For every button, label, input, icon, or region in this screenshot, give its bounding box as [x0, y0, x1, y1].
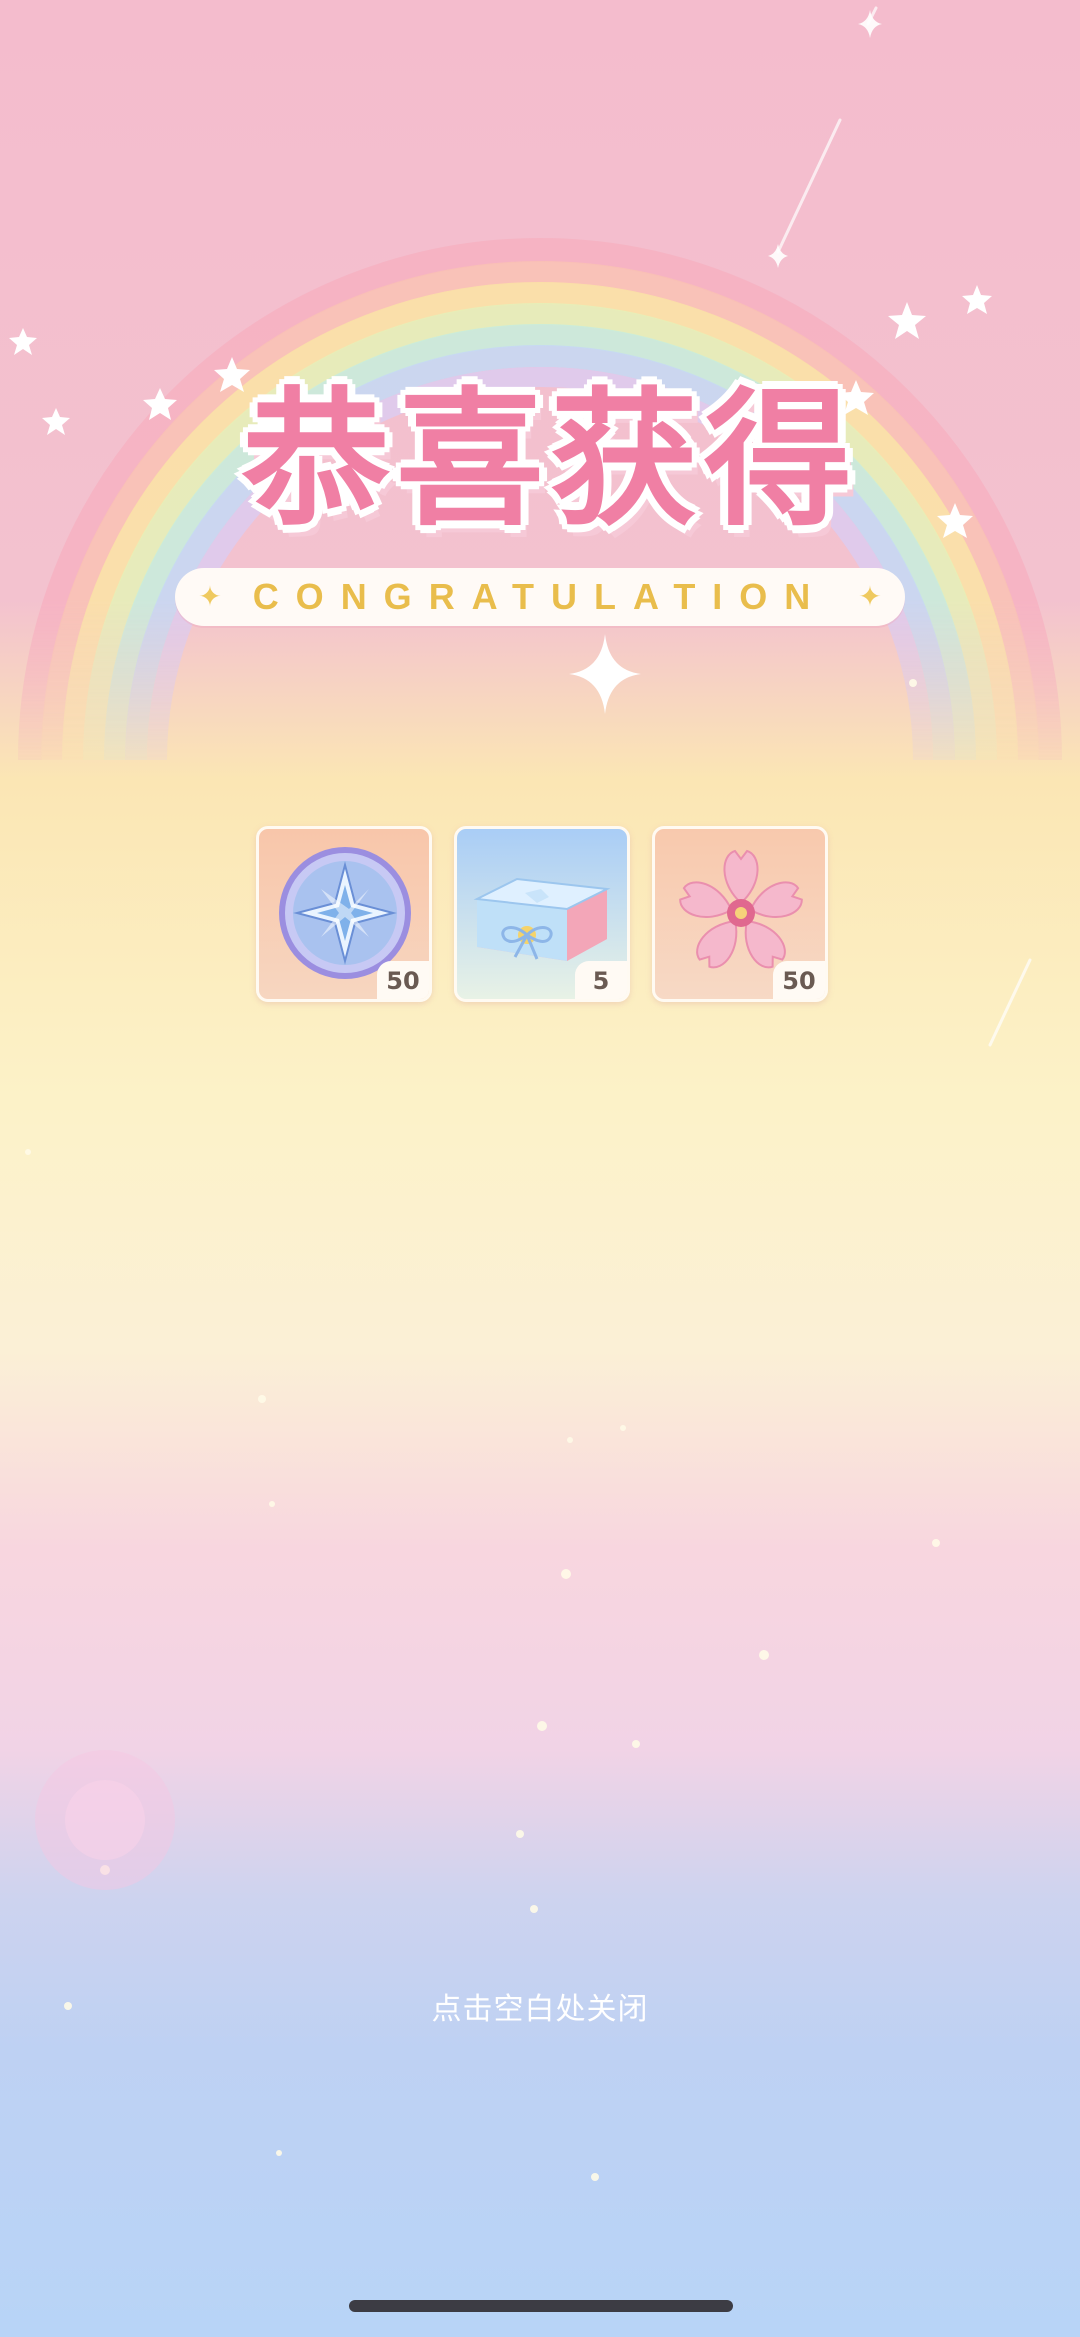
congratulations-title: 恭喜获得	[242, 374, 858, 546]
reward-list: 50 5 50	[256, 826, 829, 1006]
tap-to-close-hint[interactable]: 点击空白处关闭	[0, 1984, 1080, 2028]
reward-count: 50	[773, 961, 825, 999]
sparkle-left-icon: ✦	[198, 580, 222, 613]
reward-item-gift-box[interactable]: 5	[454, 826, 630, 1002]
reward-item-compass-coin[interactable]: 50	[256, 826, 432, 1002]
sparkle-right-icon: ✦	[858, 580, 882, 613]
banner-text: CONGRATULATION	[252, 576, 828, 617]
reward-count: 50	[377, 961, 429, 999]
home-indicator[interactable]	[349, 2300, 733, 2312]
reward-item-sakura[interactable]: 50	[652, 826, 828, 1002]
congratulation-banner: ✦ CONGRATULATION ✦	[175, 568, 905, 626]
reward-count: 5	[575, 961, 627, 999]
